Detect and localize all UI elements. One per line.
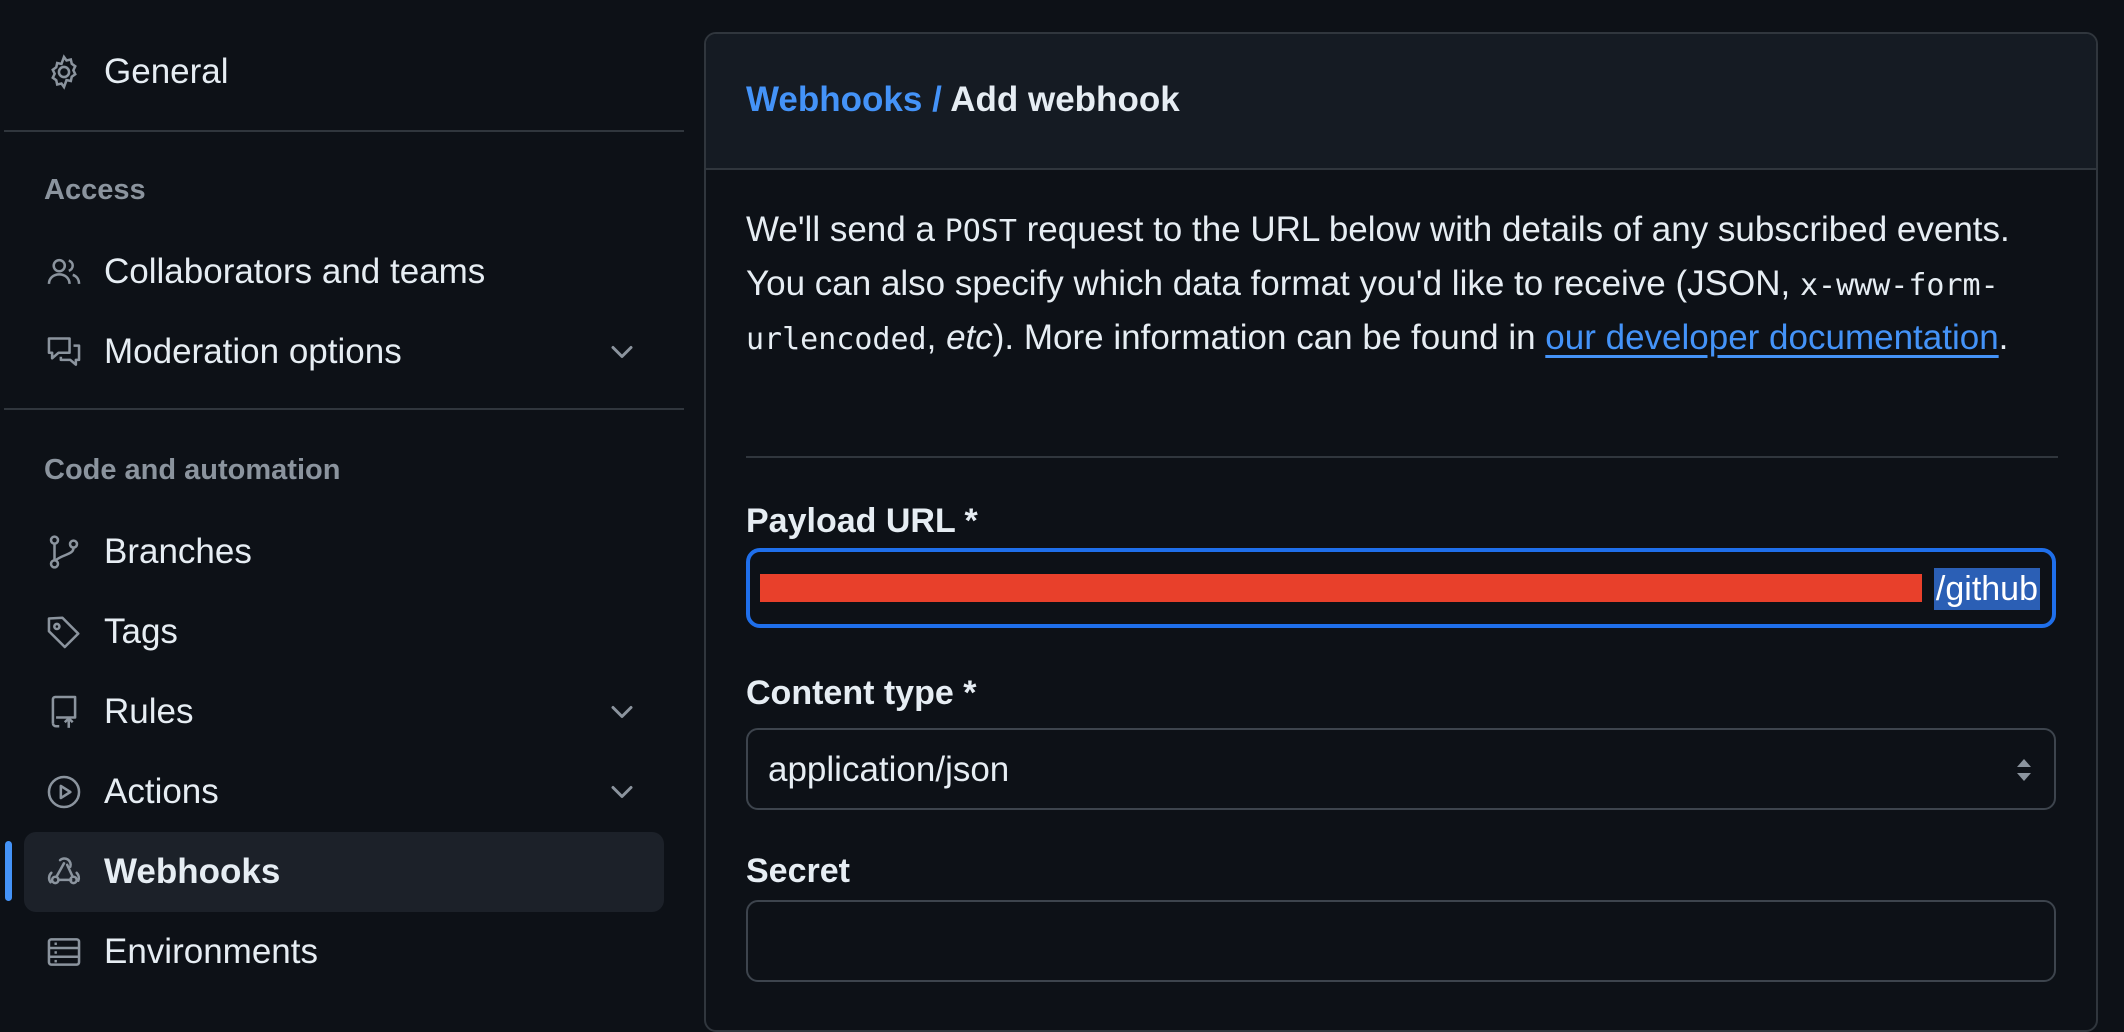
sidebar-item-tags[interactable]: Tags (24, 592, 664, 672)
code-post: POST (944, 214, 1017, 249)
intro-text-segment: ). More information can be found in (992, 318, 1546, 357)
intro-text-segment: We'll send a (746, 210, 945, 249)
active-indicator (5, 841, 12, 901)
server-icon (44, 934, 84, 970)
page-title: Add webhook (950, 80, 1180, 119)
sidebar-item-branches[interactable]: Branches (24, 512, 664, 592)
content-type-value: application/json (768, 750, 1010, 789)
developer-docs-link[interactable]: our developer documentation (1545, 318, 1998, 357)
intro-text: We'll send a POST request to the URL bel… (746, 204, 2066, 366)
sidebar-item-label: Tags (104, 612, 178, 651)
settings-sidebar: General Access Collaborators and teams M… (0, 0, 684, 996)
git-branch-icon (44, 534, 84, 570)
sidebar-item-label: Rules (104, 692, 194, 731)
sidebar-item-label: Branches (104, 532, 252, 571)
sidebar-item-label: Environments (104, 932, 318, 971)
repo-push-icon (44, 694, 84, 730)
intro-text-segment: , (926, 318, 947, 357)
sidebar-item-webhooks[interactable]: Webhooks (24, 832, 664, 912)
breadcrumb-separator: / (932, 80, 942, 119)
payload-url-label: Payload URL * (746, 502, 978, 540)
sidebar-item-environments[interactable]: Environments (24, 912, 664, 992)
payload-url-visible-text: /github (1933, 568, 2040, 610)
sidebar-divider (4, 408, 684, 410)
section-title-access: Access (44, 174, 146, 206)
sidebar-item-collaborators[interactable]: Collaborators and teams (24, 232, 664, 312)
breadcrumb-link-webhooks[interactable]: Webhooks (746, 80, 922, 119)
section-title-code-automation: Code and automation (44, 454, 341, 486)
content-type-label: Content type * (746, 674, 977, 712)
sidebar-item-label: General (104, 52, 229, 91)
panel-divider (746, 456, 2058, 458)
chevron-down-icon[interactable] (604, 334, 640, 370)
secret-input[interactable] (746, 900, 2056, 982)
sidebar-item-rules[interactable]: Rules (24, 672, 664, 752)
chevron-down-icon[interactable] (604, 774, 640, 810)
comment-discussion-icon (44, 334, 84, 370)
sidebar-item-label: Webhooks (104, 852, 281, 891)
redaction-bar (760, 574, 1922, 602)
breadcrumb: Webhooks / Add webhook (746, 80, 1180, 120)
play-icon (44, 774, 84, 810)
sidebar-item-label: Moderation options (104, 332, 402, 371)
chevron-down-icon[interactable] (604, 694, 640, 730)
payload-url-input[interactable]: /github (746, 548, 2056, 628)
content-type-select[interactable]: application/json (746, 728, 2056, 810)
sidebar-item-label: Actions (104, 772, 219, 811)
sidebar-item-actions[interactable]: Actions (24, 752, 664, 832)
sidebar-divider (4, 130, 684, 132)
webhook-icon (44, 854, 84, 890)
intro-text-segment: . (1998, 318, 2009, 357)
gear-icon (44, 54, 84, 90)
panel-header: Webhooks / Add webhook (706, 34, 2096, 170)
sidebar-item-moderation[interactable]: Moderation options (24, 312, 664, 392)
sidebar-item-label: Collaborators and teams (104, 252, 486, 291)
intro-em-etc: etc (946, 318, 993, 357)
secret-label: Secret (746, 852, 850, 890)
people-icon (44, 254, 84, 290)
sidebar-item-general[interactable]: General (24, 32, 664, 112)
add-webhook-panel: Webhooks / Add webhook We'll send a POST… (704, 32, 2098, 1032)
tag-icon (44, 614, 84, 650)
select-arrows-icon (2012, 754, 2036, 786)
